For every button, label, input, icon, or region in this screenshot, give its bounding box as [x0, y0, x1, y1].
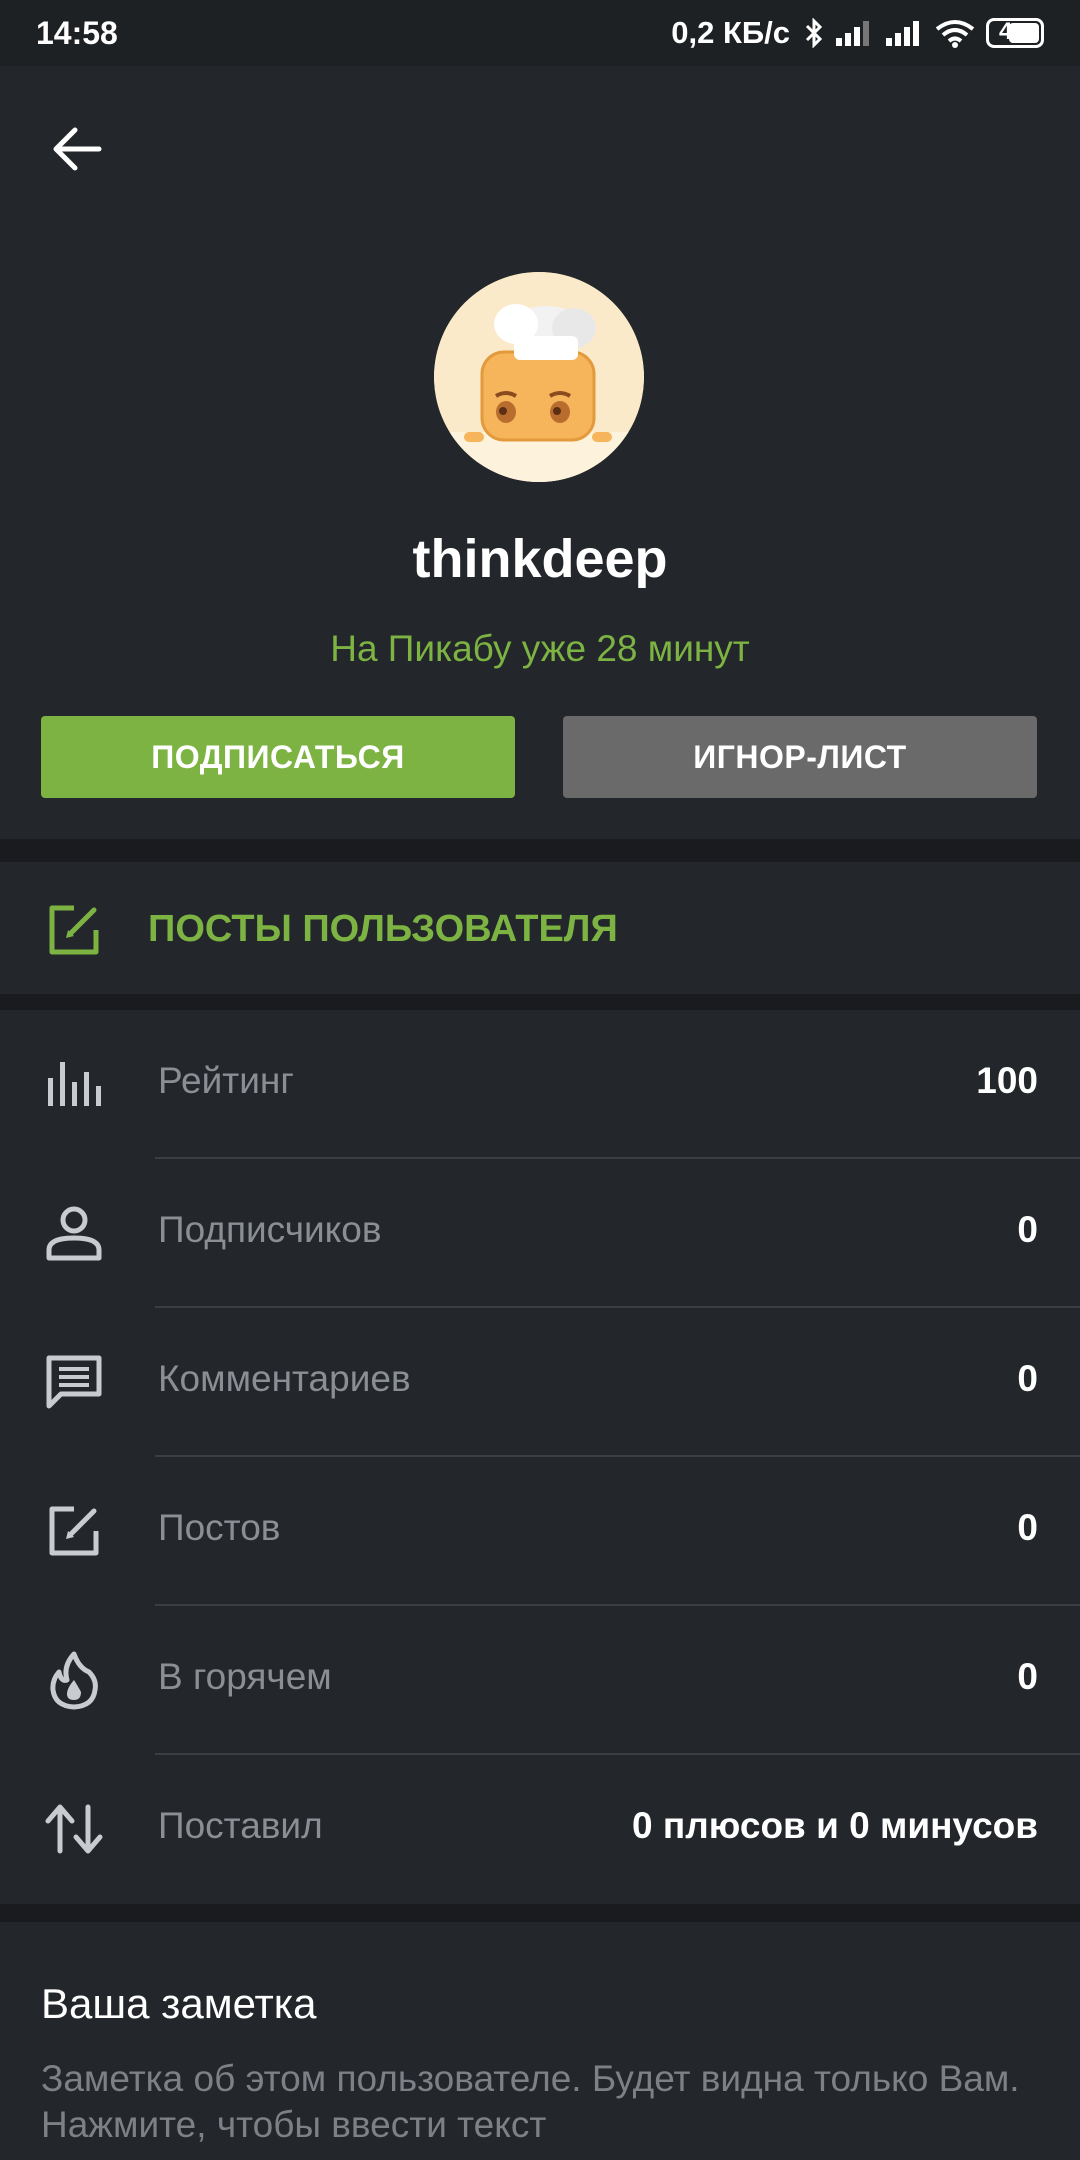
stat-value: 0 [1017, 1656, 1038, 1697]
subscribe-button[interactable]: ПОДПИСАТЬСЯ [41, 716, 515, 798]
user-posts-link[interactable]: ПОСТЫ ПОЛЬЗОВАТЕЛЯ [0, 862, 1080, 994]
stat-value: 100 [976, 1060, 1038, 1101]
status-icons: 0,2 КБ/с 4 [671, 15, 1044, 51]
status-time: 14:58 [36, 14, 118, 51]
wifi-icon [934, 18, 976, 48]
stat-value: 0 [1017, 1209, 1038, 1250]
stat-value: 0 плюсов и 0 минусов [632, 1805, 1038, 1846]
note-input[interactable]: Заметка об этом пользователе. Будет видн… [41, 2056, 1041, 2148]
stat-row-subscribers[interactable]: Подписчиков 0 [0, 1159, 1080, 1308]
arrow-left-icon [53, 127, 102, 171]
stat-row-hot[interactable]: В горячем 0 [0, 1606, 1080, 1755]
battery-level: 4 [999, 18, 1013, 45]
battery-icon: 4 [986, 18, 1044, 48]
avatar[interactable] [434, 272, 644, 482]
username: thinkdeep [412, 529, 668, 589]
stat-label: Комментариев [158, 1358, 411, 1399]
edit-icon [40, 1497, 108, 1565]
user-posts-label: ПОСТЫ ПОЛЬЗОВАТЕЛЯ [148, 908, 618, 950]
member-since: На Пикабу уже 28 минут [330, 628, 750, 669]
bluetooth-icon [804, 18, 824, 48]
stat-row-comments[interactable]: Комментариев 0 [0, 1308, 1080, 1457]
comment-icon [40, 1348, 108, 1416]
stat-value: 0 [1017, 1358, 1038, 1399]
toast-chef-avatar-icon [434, 272, 644, 482]
stat-row-posts[interactable]: Постов 0 [0, 1457, 1080, 1606]
signal-2-icon [884, 18, 924, 48]
network-speed: 0,2 КБ/с [671, 15, 790, 50]
stat-label: Постов [158, 1507, 281, 1548]
profile-header: thinkdeep На Пикабу уже 28 минут ПОДПИСА… [0, 66, 1080, 839]
stat-row-rating: Рейтинг 100 [0, 1010, 1080, 1159]
stat-row-votes: Поставил 0 плюсов и 0 минусов [0, 1755, 1080, 1904]
signal-1-icon [834, 18, 874, 48]
status-bar: 14:58 0,2 КБ/с 4 [0, 0, 1080, 66]
stat-value: 0 [1017, 1507, 1038, 1548]
user-note[interactable]: Ваша заметка Заметка об этом пользовател… [0, 1922, 1080, 2160]
divider [0, 839, 1080, 862]
stats-list: Рейтинг 100 Подписчиков 0 Комментариев 0… [0, 1010, 1080, 1904]
swap-vertical-icon [40, 1795, 108, 1863]
stat-label: Рейтинг [158, 1060, 294, 1101]
edit-icon [46, 902, 102, 958]
stat-label: Подписчиков [158, 1209, 382, 1250]
back-button[interactable] [42, 114, 112, 184]
person-icon [40, 1199, 108, 1267]
divider [0, 1904, 1080, 1922]
stat-label: Поставил [158, 1805, 323, 1846]
note-title: Ваша заметка [41, 1980, 317, 2027]
ignore-list-button[interactable]: ИГНОР-ЛИСТ [563, 716, 1037, 798]
bar-chart-icon [40, 1050, 108, 1118]
flame-icon [40, 1646, 108, 1714]
divider [0, 994, 1080, 1010]
stat-label: В горячем [158, 1656, 332, 1697]
